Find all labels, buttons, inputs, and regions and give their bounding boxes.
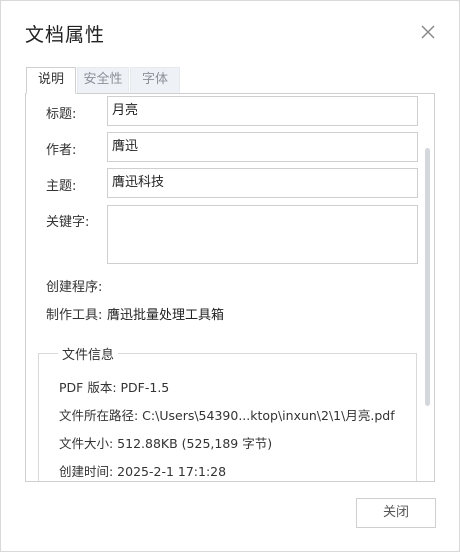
- tab-description[interactable]: 说明: [26, 67, 76, 94]
- title-label: 标题:: [46, 107, 77, 122]
- file-path-info: 文件所在路径: C:\Users\54390...ktop\inxun\2\1\…: [59, 408, 395, 423]
- scrollbar-thumb[interactable]: [425, 148, 430, 406]
- producer-label: 制作工具:: [46, 308, 103, 323]
- scrollbar[interactable]: [422, 94, 434, 481]
- subject-input[interactable]: 膺迅科技: [107, 168, 418, 198]
- subject-label: 主题:: [46, 179, 77, 194]
- tab-fonts[interactable]: 字体: [130, 67, 180, 93]
- creator-label: 创建程序:: [46, 280, 103, 295]
- producer-value: 膺迅批量处理工具箱: [107, 308, 225, 323]
- author-input[interactable]: 膺迅: [107, 132, 418, 162]
- keywords-textarea[interactable]: [107, 205, 418, 264]
- dialog-title: 文档属性: [25, 24, 106, 46]
- author-label: 作者:: [46, 143, 77, 158]
- close-icon[interactable]: [419, 23, 437, 41]
- file-size-info: 文件大小: 512.88KB (525,189 字节): [59, 436, 273, 451]
- document-properties-dialog: 文档属性 说明 安全性 字体 标题: 月亮 作者: 膺迅 主题: 膺迅科技 关键…: [0, 0, 460, 552]
- created-time-info: 创建时间: 2025-2-1 17:1:28: [59, 464, 227, 479]
- close-icon-glyph: [421, 25, 435, 39]
- keywords-label: 关键字:: [46, 215, 90, 230]
- pdf-version-info: PDF 版本: PDF-1.5: [59, 380, 170, 395]
- tab-security[interactable]: 安全性: [77, 67, 129, 93]
- close-button[interactable]: 关闭: [356, 498, 436, 528]
- file-info-legend: 文件信息: [58, 344, 119, 363]
- title-input[interactable]: 月亮: [107, 96, 418, 126]
- description-panel: 标题: 月亮 作者: 膺迅 主题: 膺迅科技 关键字: 创建程序: 制作工具: …: [25, 93, 435, 482]
